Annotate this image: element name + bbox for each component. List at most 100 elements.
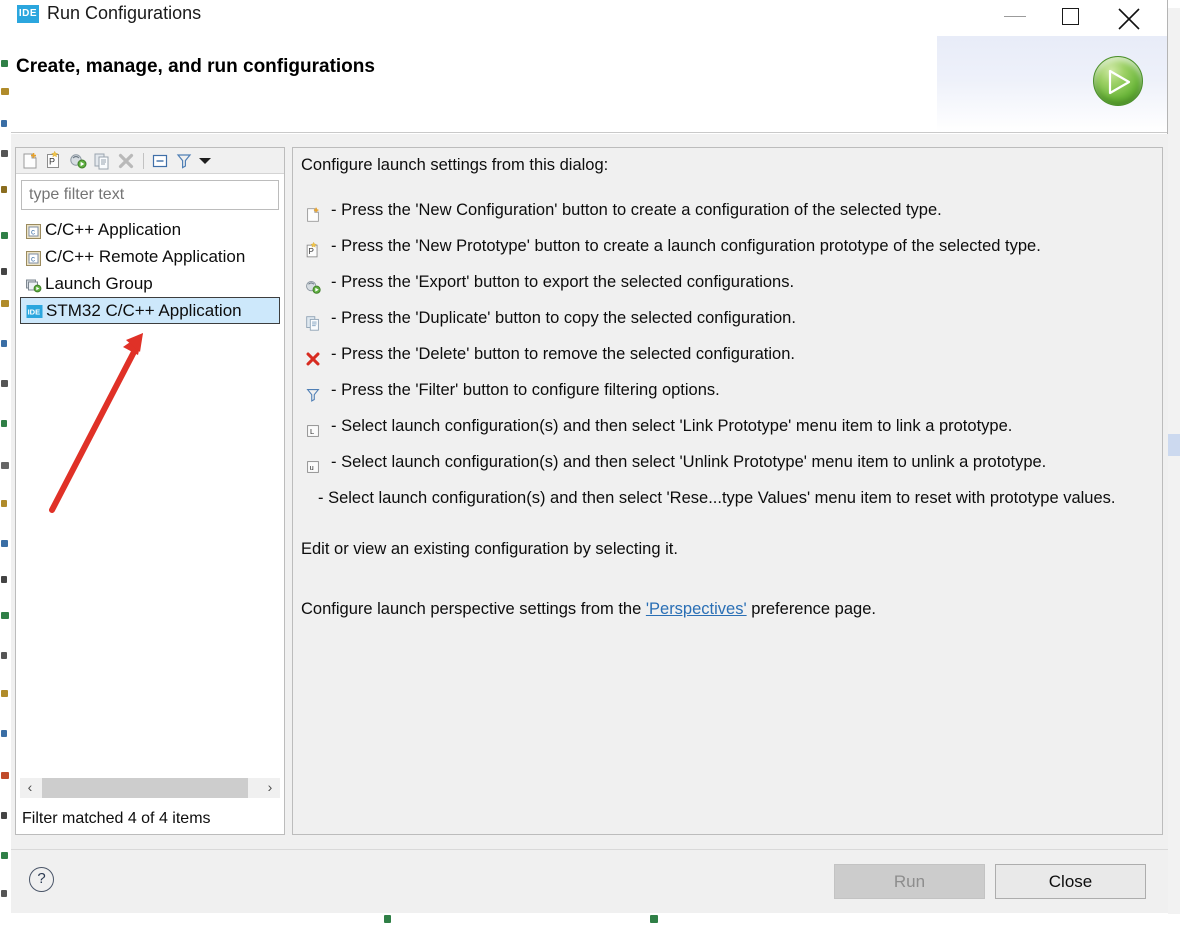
collapse-all-icon <box>152 154 168 168</box>
tree-item-stm32-c-cpp-application[interactable]: IDE STM32 C/C++ Application <box>20 297 280 324</box>
svg-text:u: u <box>309 463 313 472</box>
close-dialog-button[interactable]: Close <box>995 864 1146 899</box>
new-prototype-icon: P <box>304 237 322 258</box>
background-ide-right-edge <box>1168 0 1180 925</box>
duplicate-button[interactable] <box>92 151 112 171</box>
export-button[interactable] <box>68 151 88 171</box>
run-configurations-dialog: IDE Run Configurations Create, manage, a… <box>11 0 1168 913</box>
instruction-filter: - Press the 'Filter' button to configure… <box>301 372 1161 408</box>
dialog-body: P type filter text c C/C++ Application c… <box>11 134 1168 849</box>
instruction-duplicate: - Press the 'Duplicate' button to copy t… <box>301 300 1161 336</box>
instructions-panel: Configure launch settings from this dial… <box>292 147 1163 835</box>
minimize-icon <box>1004 16 1026 17</box>
maximize-button[interactable] <box>1048 0 1094 32</box>
instruction-text: - Select launch configuration(s) and the… <box>318 489 1116 507</box>
svg-text:c: c <box>31 255 35 264</box>
filter-status-text: Filter matched 4 of 4 items <box>22 810 211 827</box>
run-button[interactable]: Run <box>834 864 985 899</box>
instruction-text: - Press the 'New Prototype' button to cr… <box>331 237 1041 255</box>
title-bar: IDE Run Configurations <box>11 0 1167 36</box>
tree-toolbar: P <box>16 148 284 174</box>
dialog-header: Create, manage, and run configurations <box>11 36 1167 133</box>
instruction-delete: - Press the 'Delete' button to remove th… <box>301 336 1161 372</box>
export-icon <box>70 154 87 169</box>
scrollbar-thumb[interactable] <box>42 778 248 798</box>
instruction-new-prototype: P - Press the 'New Prototype' button to … <box>301 228 1161 264</box>
screen: IDE Run Configurations Create, manage, a… <box>0 0 1180 925</box>
window-title: Run Configurations <box>47 3 202 23</box>
new-prototype-icon: P <box>47 150 59 168</box>
filter-icon <box>304 381 322 402</box>
duplicate-icon <box>304 309 322 331</box>
link-prototype-icon: L <box>304 417 322 437</box>
instruction-reset-prototype-values: - Select launch configuration(s) and the… <box>301 480 1161 516</box>
delete-icon <box>304 345 322 366</box>
c-file-icon: c <box>25 221 42 239</box>
run-play-icon <box>1093 56 1143 106</box>
launch-config-tree-panel: P type filter text c C/C++ Application c… <box>15 147 285 835</box>
close-button[interactable] <box>1106 0 1152 32</box>
unlink-prototype-icon: u <box>304 453 322 473</box>
new-configuration-button[interactable] <box>20 151 40 171</box>
c-file-icon: c <box>25 248 42 266</box>
perspective-note: Configure launch perspective settings fr… <box>301 600 876 619</box>
scroll-left-arrow-icon[interactable]: ‹ <box>20 778 40 798</box>
instruction-text: - Press the 'New Configuration' button t… <box>331 201 942 219</box>
collapse-all-button[interactable] <box>150 151 170 171</box>
edit-note: Edit or view an existing configuration b… <box>301 540 678 558</box>
svg-text:IDE: IDE <box>28 308 41 317</box>
new-configuration-icon <box>304 201 322 222</box>
svg-text:L: L <box>310 427 314 436</box>
instruction-export: - Press the 'Export' button to export th… <box>301 264 1161 300</box>
perspectives-link[interactable]: 'Perspectives' <box>646 600 747 618</box>
filter-input[interactable] <box>21 180 279 210</box>
new-prototype-button[interactable]: P <box>44 150 64 171</box>
toolbar-separator <box>143 153 144 169</box>
tree-item-label: Launch Group <box>45 274 153 293</box>
maximize-icon <box>1062 8 1079 25</box>
filter-icon <box>176 154 192 169</box>
instruction-unlink-prototype: u - Select launch configuration(s) and t… <box>301 444 1161 480</box>
instructions-list: - Press the 'New Configuration' button t… <box>301 192 1161 516</box>
export-icon <box>304 273 322 294</box>
instruction-link-prototype: L - Select launch configuration(s) and t… <box>301 408 1161 444</box>
filter-button[interactable] <box>174 151 194 171</box>
instruction-text: - Press the 'Export' button to export th… <box>331 273 795 291</box>
delete-icon <box>118 153 134 169</box>
new-configuration-icon <box>23 153 37 169</box>
minimize-button[interactable] <box>992 0 1038 32</box>
instructions-intro: Configure launch settings from this dial… <box>301 156 609 174</box>
perspective-suffix: preference page. <box>746 600 876 618</box>
tree-item-label: C/C++ Application <box>45 220 182 239</box>
help-button[interactable]: ? <box>29 867 54 892</box>
dialog-footer: ? Run Close <box>11 849 1168 913</box>
svg-text:c: c <box>31 228 35 237</box>
instruction-text: - Select launch configuration(s) and the… <box>331 417 1013 435</box>
instruction-new-configuration: - Press the 'New Configuration' button t… <box>301 192 1161 228</box>
delete-button[interactable] <box>116 151 136 171</box>
tree-item-label: STM32 C/C++ Application <box>46 301 242 320</box>
instruction-text: - Press the 'Filter' button to configure… <box>331 381 720 399</box>
ide-icon: IDE <box>26 302 43 319</box>
perspective-prefix: Configure launch perspective settings fr… <box>301 600 646 618</box>
tree-horizontal-scrollbar[interactable]: ‹ › <box>20 778 280 798</box>
tree-item-launch-group[interactable]: Launch Group <box>17 270 284 297</box>
background-ide-left-edge <box>0 0 11 925</box>
close-icon <box>1118 8 1140 30</box>
tree-item-c-cpp-application[interactable]: c C/C++ Application <box>17 216 284 243</box>
instruction-text: - Press the 'Delete' button to remove th… <box>331 345 795 363</box>
scroll-right-arrow-icon[interactable]: › <box>260 778 280 798</box>
svg-text:P: P <box>309 247 314 256</box>
instruction-text: - Select launch configuration(s) and the… <box>331 453 1047 471</box>
duplicate-icon <box>94 153 109 170</box>
instruction-text: - Press the 'Duplicate' button to copy t… <box>331 309 796 327</box>
tree-item-c-cpp-remote-application[interactable]: c C/C++ Remote Application <box>17 243 284 270</box>
tree-item-label: C/C++ Remote Application <box>45 247 246 266</box>
launch-config-tree[interactable]: c C/C++ Application c C/C++ Remote Appli… <box>17 216 284 776</box>
background-ide-bottom-edge <box>0 914 1180 925</box>
launch-group-icon <box>25 275 42 293</box>
view-menu-caret-icon[interactable] <box>199 158 211 164</box>
svg-text:P: P <box>49 157 55 167</box>
play-triangle-icon <box>1108 69 1131 95</box>
ide-icon: IDE <box>17 5 39 23</box>
